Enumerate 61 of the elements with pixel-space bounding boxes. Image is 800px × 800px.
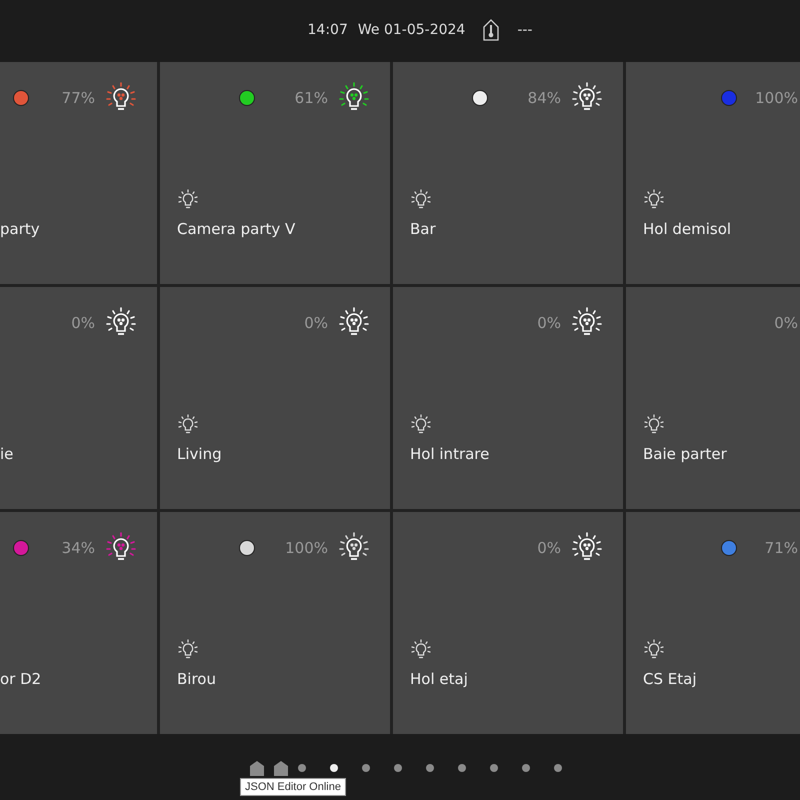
page-dot[interactable] (490, 764, 498, 772)
room-name: Camera party V (177, 220, 296, 238)
light-tile[interactable]: 61% Camera party V (160, 62, 390, 284)
room-name: Hol intrare (410, 445, 490, 463)
room-name: ie (0, 445, 14, 463)
temperature-reading: --- (517, 22, 532, 38)
brightness-reading: 34% (62, 539, 95, 557)
home-page-icon[interactable] (250, 760, 264, 776)
light-tile[interactable]: 84% Bar (393, 62, 623, 284)
light-tile[interactable]: 100% Birou (160, 512, 390, 734)
light-tile[interactable]: 0% Baie parter (626, 287, 800, 509)
brightness-reading: 100% (285, 539, 328, 557)
room-name: Living (177, 445, 223, 463)
light-tile[interactable]: 71% CS Etaj (626, 512, 800, 734)
light-tile[interactable]: 100% Hol demisol (626, 62, 800, 284)
room-name: party (0, 220, 41, 238)
light-tile[interactable]: 34% or D2 (0, 512, 157, 734)
date-text: We 01-05-2024 (358, 22, 466, 38)
light-bulb-icon (410, 414, 432, 436)
room-name: or D2 (0, 670, 42, 688)
room-name: CS Etaj (643, 670, 698, 688)
tooltip: JSON Editor Online (240, 778, 346, 796)
light-bulb-icon (643, 639, 665, 661)
room-name: Birou (177, 670, 217, 688)
light-bulb-icon (177, 414, 199, 436)
light-bulb-icon (410, 639, 432, 661)
page-dot[interactable] (554, 764, 562, 772)
brightness-reading: 0% (537, 314, 561, 332)
light-bulb-icon (643, 189, 665, 211)
light-tile[interactable]: 77% party (0, 62, 157, 284)
light-tile[interactable]: 0% Living (160, 287, 390, 509)
brightness-reading: 100% (755, 89, 798, 107)
light-tile[interactable]: 0% Hol intrare (393, 287, 623, 509)
light-bulb-icon (177, 189, 199, 211)
indoor-thermometer-icon (483, 19, 500, 41)
brightness-reading: 0% (774, 314, 798, 332)
page-dot[interactable] (458, 764, 466, 772)
brightness-reading: 0% (304, 314, 328, 332)
page-dot[interactable] (362, 764, 370, 772)
light-bulb-icon (410, 189, 432, 211)
brightness-reading: 61% (294, 89, 328, 107)
room-name: Baie parter (643, 445, 728, 463)
light-bulb-icon (643, 414, 665, 436)
home-page-icon[interactable] (274, 760, 288, 776)
room-name: Bar (410, 220, 437, 238)
brightness-reading: 84% (528, 89, 561, 107)
brightness-reading: 0% (537, 539, 561, 557)
page-dot[interactable] (426, 764, 434, 772)
brightness-reading: 71% (764, 539, 798, 557)
brightness-reading: 77% (62, 89, 95, 107)
page-dot[interactable] (522, 764, 530, 772)
light-tile[interactable]: 0% ie (0, 287, 157, 509)
clock-time: 14:07 (308, 22, 348, 38)
light-tile[interactable]: 0% Hol etaj (393, 512, 623, 734)
room-name: Hol demisol (643, 220, 732, 238)
room-name: Hol etaj (410, 670, 469, 688)
light-bulb-icon (177, 639, 199, 661)
brightness-reading: 0% (71, 314, 95, 332)
page-dot[interactable] (394, 764, 402, 772)
page-dot[interactable] (330, 764, 338, 772)
page-dot[interactable] (298, 764, 306, 772)
